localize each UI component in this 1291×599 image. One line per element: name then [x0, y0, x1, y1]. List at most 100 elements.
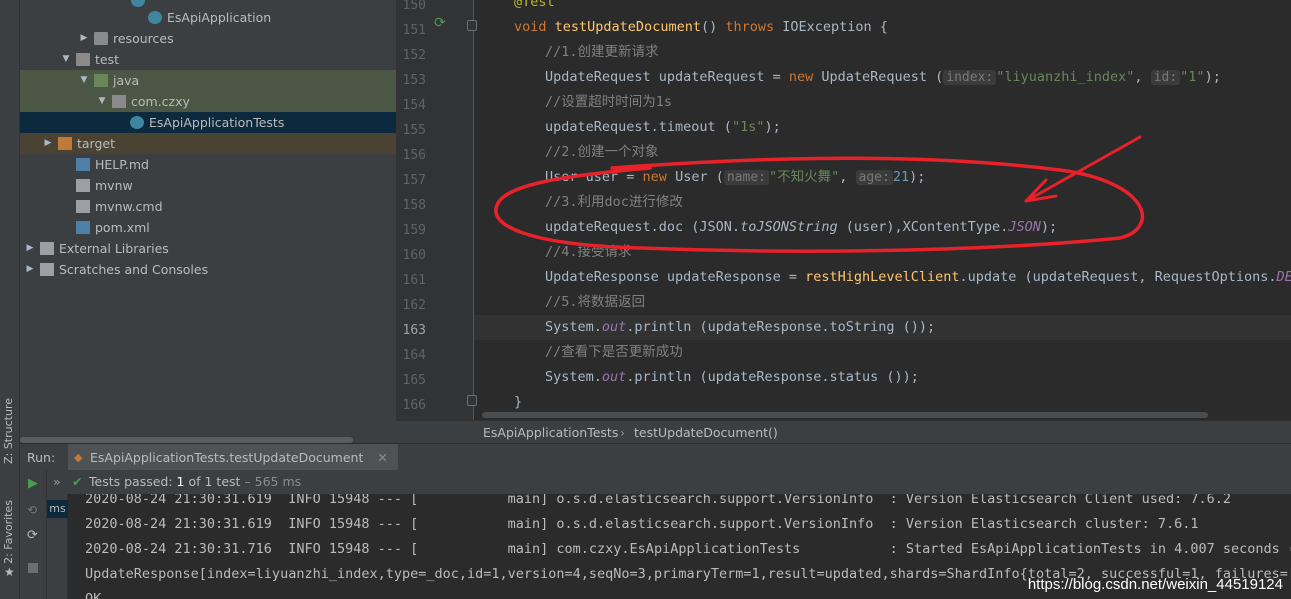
console-line: 2020-08-24 21:30:31.619 INFO 15948 --- […: [85, 516, 1199, 532]
tree-item-label: mvnw: [95, 178, 133, 193]
tree-item-test[interactable]: ▼ test: [20, 49, 396, 70]
code-line-151[interactable]: void testUpdateDocument() throws IOExcep…: [474, 15, 1291, 40]
tree-item-resources[interactable]: ▶ resources: [20, 28, 396, 49]
code-token: out: [601, 369, 627, 385]
code-token: ,: [839, 169, 856, 185]
file-icon: [76, 179, 90, 192]
breadcrumb-method[interactable]: testUpdateDocument(): [634, 421, 778, 444]
line-number: 163: [402, 323, 426, 338]
scratches-icon: [40, 263, 54, 276]
code-token: JSON: [1008, 219, 1041, 235]
tree-item-label: EsApiApplicationTests: [149, 115, 285, 130]
tree-item-pom-xml[interactable]: pom.xml: [20, 217, 396, 238]
tree-item-label: resources: [113, 31, 174, 46]
code-token: new: [788, 69, 814, 85]
chevron-down-icon[interactable]: ▼: [78, 70, 90, 91]
rerun-icon[interactable]: ▶: [28, 476, 38, 491]
tree-item-mvnw-cmd[interactable]: mvnw.cmd: [20, 196, 396, 217]
close-icon[interactable]: ✕: [377, 450, 387, 465]
code-line-158[interactable]: //3.利用doc进行修改: [474, 190, 1291, 215]
code-token: "liyuanzhi_index": [996, 69, 1135, 85]
code-token: updateRequest.doc (JSON.: [545, 219, 741, 235]
chevron-right-icon[interactable]: ▶: [24, 238, 36, 259]
folder-icon: [76, 53, 90, 66]
tree-item-external-libraries[interactable]: ▶ External Libraries: [20, 238, 396, 259]
line-number: 160: [402, 248, 426, 263]
tree-item-mvnw[interactable]: mvnw: [20, 175, 396, 196]
code-token: .update (updateRequest, RequestOptions.: [959, 269, 1277, 285]
line-number: 151: [402, 23, 426, 38]
toggle-auto-test-icon[interactable]: ⟳: [27, 528, 38, 543]
tree-item-com-czxy[interactable]: ▼ com.czxy: [20, 91, 396, 112]
tree-item-label: External Libraries: [59, 241, 169, 256]
editor-horizontal-scrollbar[interactable]: [482, 412, 1208, 418]
test-tree-duration[interactable]: ms: [47, 500, 68, 518]
code-token: );: [1204, 69, 1221, 85]
tree-item-target[interactable]: ▶ target: [20, 133, 396, 154]
code-line-152[interactable]: //1.创建更新请求: [474, 40, 1291, 65]
run-toolbar: ▶ ⟲ ⟳: [20, 470, 47, 599]
code-token: .println (updateResponse.status ());: [626, 369, 919, 385]
tree-item-esapiapplicationtests[interactable]: EsApiApplicationTests: [20, 112, 396, 133]
rerun-failed-icon[interactable]: ⟲: [27, 503, 37, 517]
run-panel-header: Run: ◆ EsApiApplicationTests.testUpdateD…: [20, 443, 1291, 471]
tree-item-esapiapplication[interactable]: EsApiApplication: [20, 7, 396, 28]
tree-item-label: target: [77, 136, 116, 151]
code-line-153[interactable]: UpdateRequest updateRequest = new Update…: [474, 65, 1291, 90]
expand-icon[interactable]: »: [53, 470, 61, 494]
code-line-150[interactable]: @Test: [474, 0, 1291, 15]
code-token: UpdateRequest (: [813, 69, 944, 85]
chevron-right-icon[interactable]: ▶: [24, 259, 36, 280]
line-number: 162: [402, 298, 426, 313]
test-results-tree[interactable]: ms: [47, 494, 68, 599]
stop-icon[interactable]: [28, 563, 38, 573]
code-line-156[interactable]: //2.创建一个对象: [474, 140, 1291, 165]
line-number: 155: [402, 123, 426, 138]
code-line-162[interactable]: //5.将数据返回: [474, 290, 1291, 315]
favorites-tool-tab[interactable]: 2: Favorites: [2, 500, 15, 564]
parameter-hint: index:: [943, 70, 997, 85]
code-token: //3.利用doc进行修改: [545, 194, 683, 210]
tree-item-help-md[interactable]: HELP.md: [20, 154, 396, 175]
code-editor[interactable]: 150 151 152 153 154 155 156 157 158 159 160 161 162 1…: [396, 0, 1291, 420]
code-line-155[interactable]: updateRequest.timeout ("1s");: [474, 115, 1291, 140]
line-number: 166: [402, 398, 426, 413]
code-token: );: [909, 169, 926, 185]
tree-item-scratches-and-consoles[interactable]: ▶ Scratches and Consoles: [20, 259, 396, 280]
code-line-159[interactable]: updateRequest.doc (JSON.toJSONString (us…: [474, 215, 1291, 240]
tree-item-label: Scratches and Consoles: [59, 262, 209, 277]
run-config-tab[interactable]: ◆ EsApiApplicationTests.testUpdateDocume…: [68, 444, 398, 471]
tree-item-label: com.czxy: [131, 94, 190, 109]
run-config-icon: ◆: [74, 451, 83, 464]
maven-icon: [76, 221, 90, 234]
code-token: new: [642, 169, 667, 185]
tree-item-java[interactable]: ▼ java: [20, 70, 396, 91]
code-line-163[interactable]: System.out.println (updateResponse.toStr…: [474, 315, 1291, 340]
structure-tool-tab[interactable]: Z: Structure: [2, 398, 15, 464]
line-number: 157: [402, 173, 426, 188]
line-number: 150: [402, 0, 426, 13]
left-tool-strip: Z: Structure 2: Favorites ★: [0, 0, 20, 599]
chevron-down-icon[interactable]: ▼: [60, 49, 72, 70]
tree-item-label: HELP.md: [95, 157, 149, 172]
chevron-down-icon[interactable]: ▼: [96, 91, 108, 112]
breadcrumb-class[interactable]: EsApiApplicationTests: [483, 421, 618, 444]
chevron-right-icon[interactable]: ▶: [42, 133, 54, 154]
code-token: UpdateRequest updateRequest =: [545, 69, 789, 85]
code-token: 21: [892, 169, 910, 185]
chevron-right-icon[interactable]: ▶: [78, 28, 90, 49]
run-test-gutter-icon[interactable]: ⟳: [434, 15, 446, 31]
code-line-154[interactable]: //设置超时时间为1s: [474, 90, 1291, 115]
code-token: void: [514, 19, 547, 35]
tree-item-label: test: [95, 52, 120, 67]
breadcrumb: EsApiApplicationTests › testUpdateDocume…: [396, 420, 1291, 443]
editor-gutter: 150 151 152 153 154 155 156 157 158 159 160 161 162 1…: [396, 0, 477, 420]
parameter-hint: id:: [1150, 70, 1181, 85]
check-icon: ✔: [72, 474, 83, 489]
code-line-165[interactable]: System.out.println (updateResponse.statu…: [474, 365, 1291, 390]
code-line-164[interactable]: //查看下是否更新成功: [474, 340, 1291, 365]
code-line-157[interactable]: User user = new User (name: "不知火舞", age: 2…: [474, 165, 1291, 190]
code-line-160[interactable]: //4.接受请求: [474, 240, 1291, 265]
code-line-161[interactable]: UpdateResponse updateResponse = restHigh…: [474, 265, 1291, 290]
